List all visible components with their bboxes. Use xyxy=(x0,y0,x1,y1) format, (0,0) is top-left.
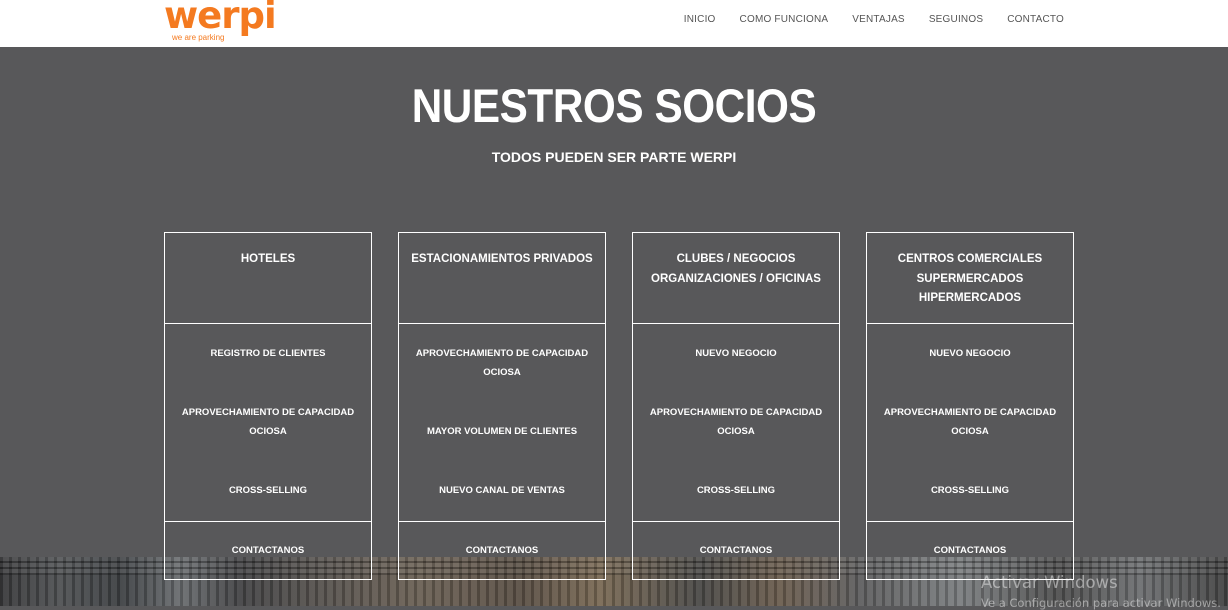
feature-line: REGISTRO DE CLIENTES xyxy=(210,348,326,359)
card-title-line: CLUBES / NEGOCIOS xyxy=(676,253,796,265)
card-feature: MAYOR VOLUMEN DE CLIENTES xyxy=(399,422,605,441)
card-title: CLUBES / NEGOCIOS ORGANIZACIONES / OFICI… xyxy=(633,233,839,324)
card-title-line: ORGANIZACIONES / OFICINAS xyxy=(651,272,821,285)
page-subtitle: TODOS PUEDEN SER PARTE WERPI xyxy=(491,149,737,165)
nav-link-como-funciona[interactable]: COMO FUNCIONA xyxy=(740,14,829,25)
feature-line: OCIOSA xyxy=(951,426,989,437)
feature-line: CROSS-SELLING xyxy=(228,485,308,496)
contactanos-button[interactable]: CONTACTANOS xyxy=(633,521,839,579)
card-title: HOTELES xyxy=(165,233,371,324)
feature-line: APROVECHAMIENTO DE CAPACIDAD xyxy=(181,407,355,418)
logo-wordmark: werpi xyxy=(164,0,277,37)
card-feature: APROVECHAMIENTO DE CAPACIDAD OCIOSA xyxy=(867,403,1073,441)
nav-link-inicio[interactable]: INICIO xyxy=(684,14,716,25)
main-nav: INICIO COMO FUNCIONA VENTAJAS SEGUINOS C… xyxy=(660,14,1064,25)
card-title-line: SUPERMERCADOS xyxy=(916,272,1024,285)
feature-line: OCIOSA xyxy=(483,367,521,378)
werpi-logo[interactable]: werpi we are parking xyxy=(164,0,277,44)
partner-card-clubes: CLUBES / NEGOCIOS ORGANIZACIONES / OFICI… xyxy=(632,232,840,580)
feature-line: OCIOSA xyxy=(249,426,287,437)
windows-activation-title: Activar Windows xyxy=(981,573,1118,592)
feature-line: APROVECHAMIENTO DE CAPACIDAD xyxy=(649,407,823,418)
top-navbar: werpi we are parking INICIO COMO FUNCION… xyxy=(0,0,1228,47)
card-feature: CROSS-SELLING xyxy=(633,481,839,500)
feature-line: NUEVO CANAL DE VENTAS xyxy=(439,485,565,496)
card-title: ESTACIONAMIENTOS PRIVADOS xyxy=(399,233,605,324)
card-feature: APROVECHAMIENTO DE CAPACIDAD OCIOSA xyxy=(399,344,605,382)
feature-line: NUEVO NEGOCIO xyxy=(929,348,1011,359)
feature-line: NUEVO NEGOCIO xyxy=(695,348,777,359)
partner-card-centros-comerciales: CENTROS COMERCIALES SUPERMERCADOS HIPERM… xyxy=(866,232,1074,580)
card-title: CENTROS COMERCIALES SUPERMERCADOS HIPERM… xyxy=(867,233,1073,324)
card-feature: NUEVO NEGOCIO xyxy=(867,344,1073,363)
card-title-line: CENTROS COMERCIALES xyxy=(897,253,1043,265)
card-feature: REGISTRO DE CLIENTES xyxy=(165,344,371,363)
card-feature: CROSS-SELLING xyxy=(165,481,371,500)
feature-line: CROSS-SELLING xyxy=(930,485,1010,496)
card-feature: APROVECHAMIENTO DE CAPACIDAD OCIOSA xyxy=(633,403,839,441)
contactanos-button[interactable]: CONTACTANOS xyxy=(165,521,371,579)
card-feature: CROSS-SELLING xyxy=(867,481,1073,500)
feature-line: MAYOR VOLUMEN DE CLIENTES xyxy=(426,426,578,437)
contactanos-button[interactable]: CONTACTANOS xyxy=(399,521,605,579)
logo-tagline: we are parking xyxy=(172,33,225,42)
windows-activation-subtitle: Ve a Configuración para activar Windows. xyxy=(981,596,1221,610)
partner-card-estacionamientos: ESTACIONAMIENTOS PRIVADOS APROVECHAMIENT… xyxy=(398,232,606,580)
card-title-line: HOTELES xyxy=(240,253,296,265)
nav-link-ventajas[interactable]: VENTAJAS xyxy=(852,14,905,25)
feature-line: APROVECHAMIENTO DE CAPACIDAD xyxy=(883,407,1057,418)
card-feature: APROVECHAMIENTO DE CAPACIDAD OCIOSA xyxy=(165,403,371,441)
feature-line: CROSS-SELLING xyxy=(696,485,776,496)
contactanos-button[interactable]: CONTACTANOS xyxy=(867,521,1073,579)
card-feature: NUEVO NEGOCIO xyxy=(633,344,839,363)
partner-card-hoteles: HOTELES REGISTRO DE CLIENTES APROVECHAMI… xyxy=(164,232,372,580)
page-title: NUESTROS SOCIOS xyxy=(411,79,817,132)
nav-link-contacto[interactable]: CONTACTO xyxy=(1007,14,1064,25)
nav-link-seguinos[interactable]: SEGUINOS xyxy=(929,14,983,25)
feature-line: APROVECHAMIENTO DE CAPACIDAD xyxy=(415,348,589,359)
feature-line: OCIOSA xyxy=(717,426,755,437)
card-title-line: ESTACIONAMIENTOS PRIVADOS xyxy=(411,253,593,265)
card-title-line: HIPERMERCADOS xyxy=(918,292,1022,304)
card-feature: NUEVO CANAL DE VENTAS xyxy=(399,481,605,500)
